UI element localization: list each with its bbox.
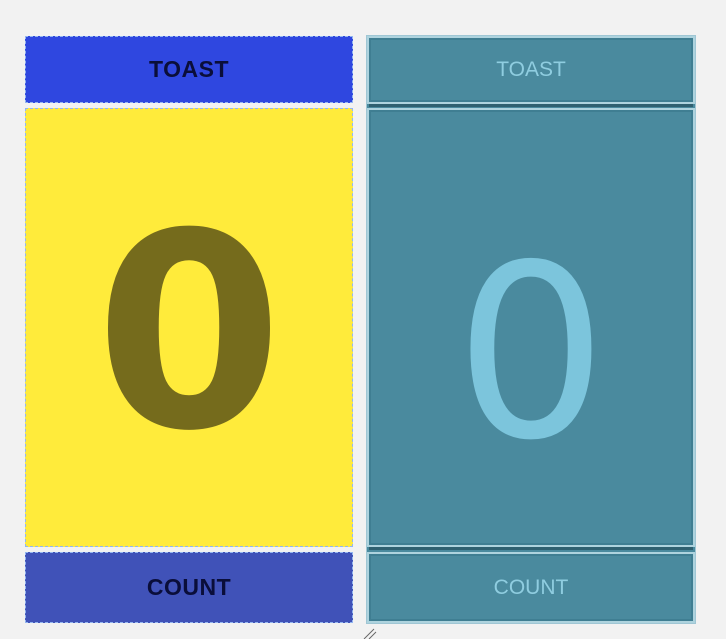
toast-button-label: TOAST [148,56,230,82]
blueprint-toast-button[interactable]: TOAST [367,36,695,104]
blueprint-count-button-label: COUNT [493,575,569,599]
design-view-panel[interactable]: TOAST 0 COUNT [25,36,353,623]
blueprint-view-panel[interactable]: TOAST 0 COUNT [366,35,696,624]
blueprint-count-value: 0 [454,212,608,493]
toast-button[interactable]: TOAST [25,36,353,103]
count-value: 0 [95,174,283,490]
blueprint-separator [369,547,693,550]
blueprint-toast-button-label: TOAST [496,58,566,81]
blueprint-separator [369,104,693,107]
count-button[interactable]: COUNT [25,552,353,623]
layout-editor-canvas: TOAST 0 COUNT TOAST 0 COUNT [0,0,726,639]
blueprint-show-count-textview[interactable]: 0 [367,108,695,547]
blueprint-count-button[interactable]: COUNT [367,552,695,623]
count-button-label: COUNT [146,574,232,600]
show-count-textview[interactable]: 0 [25,108,353,547]
resize-handle-icon[interactable] [360,626,380,639]
